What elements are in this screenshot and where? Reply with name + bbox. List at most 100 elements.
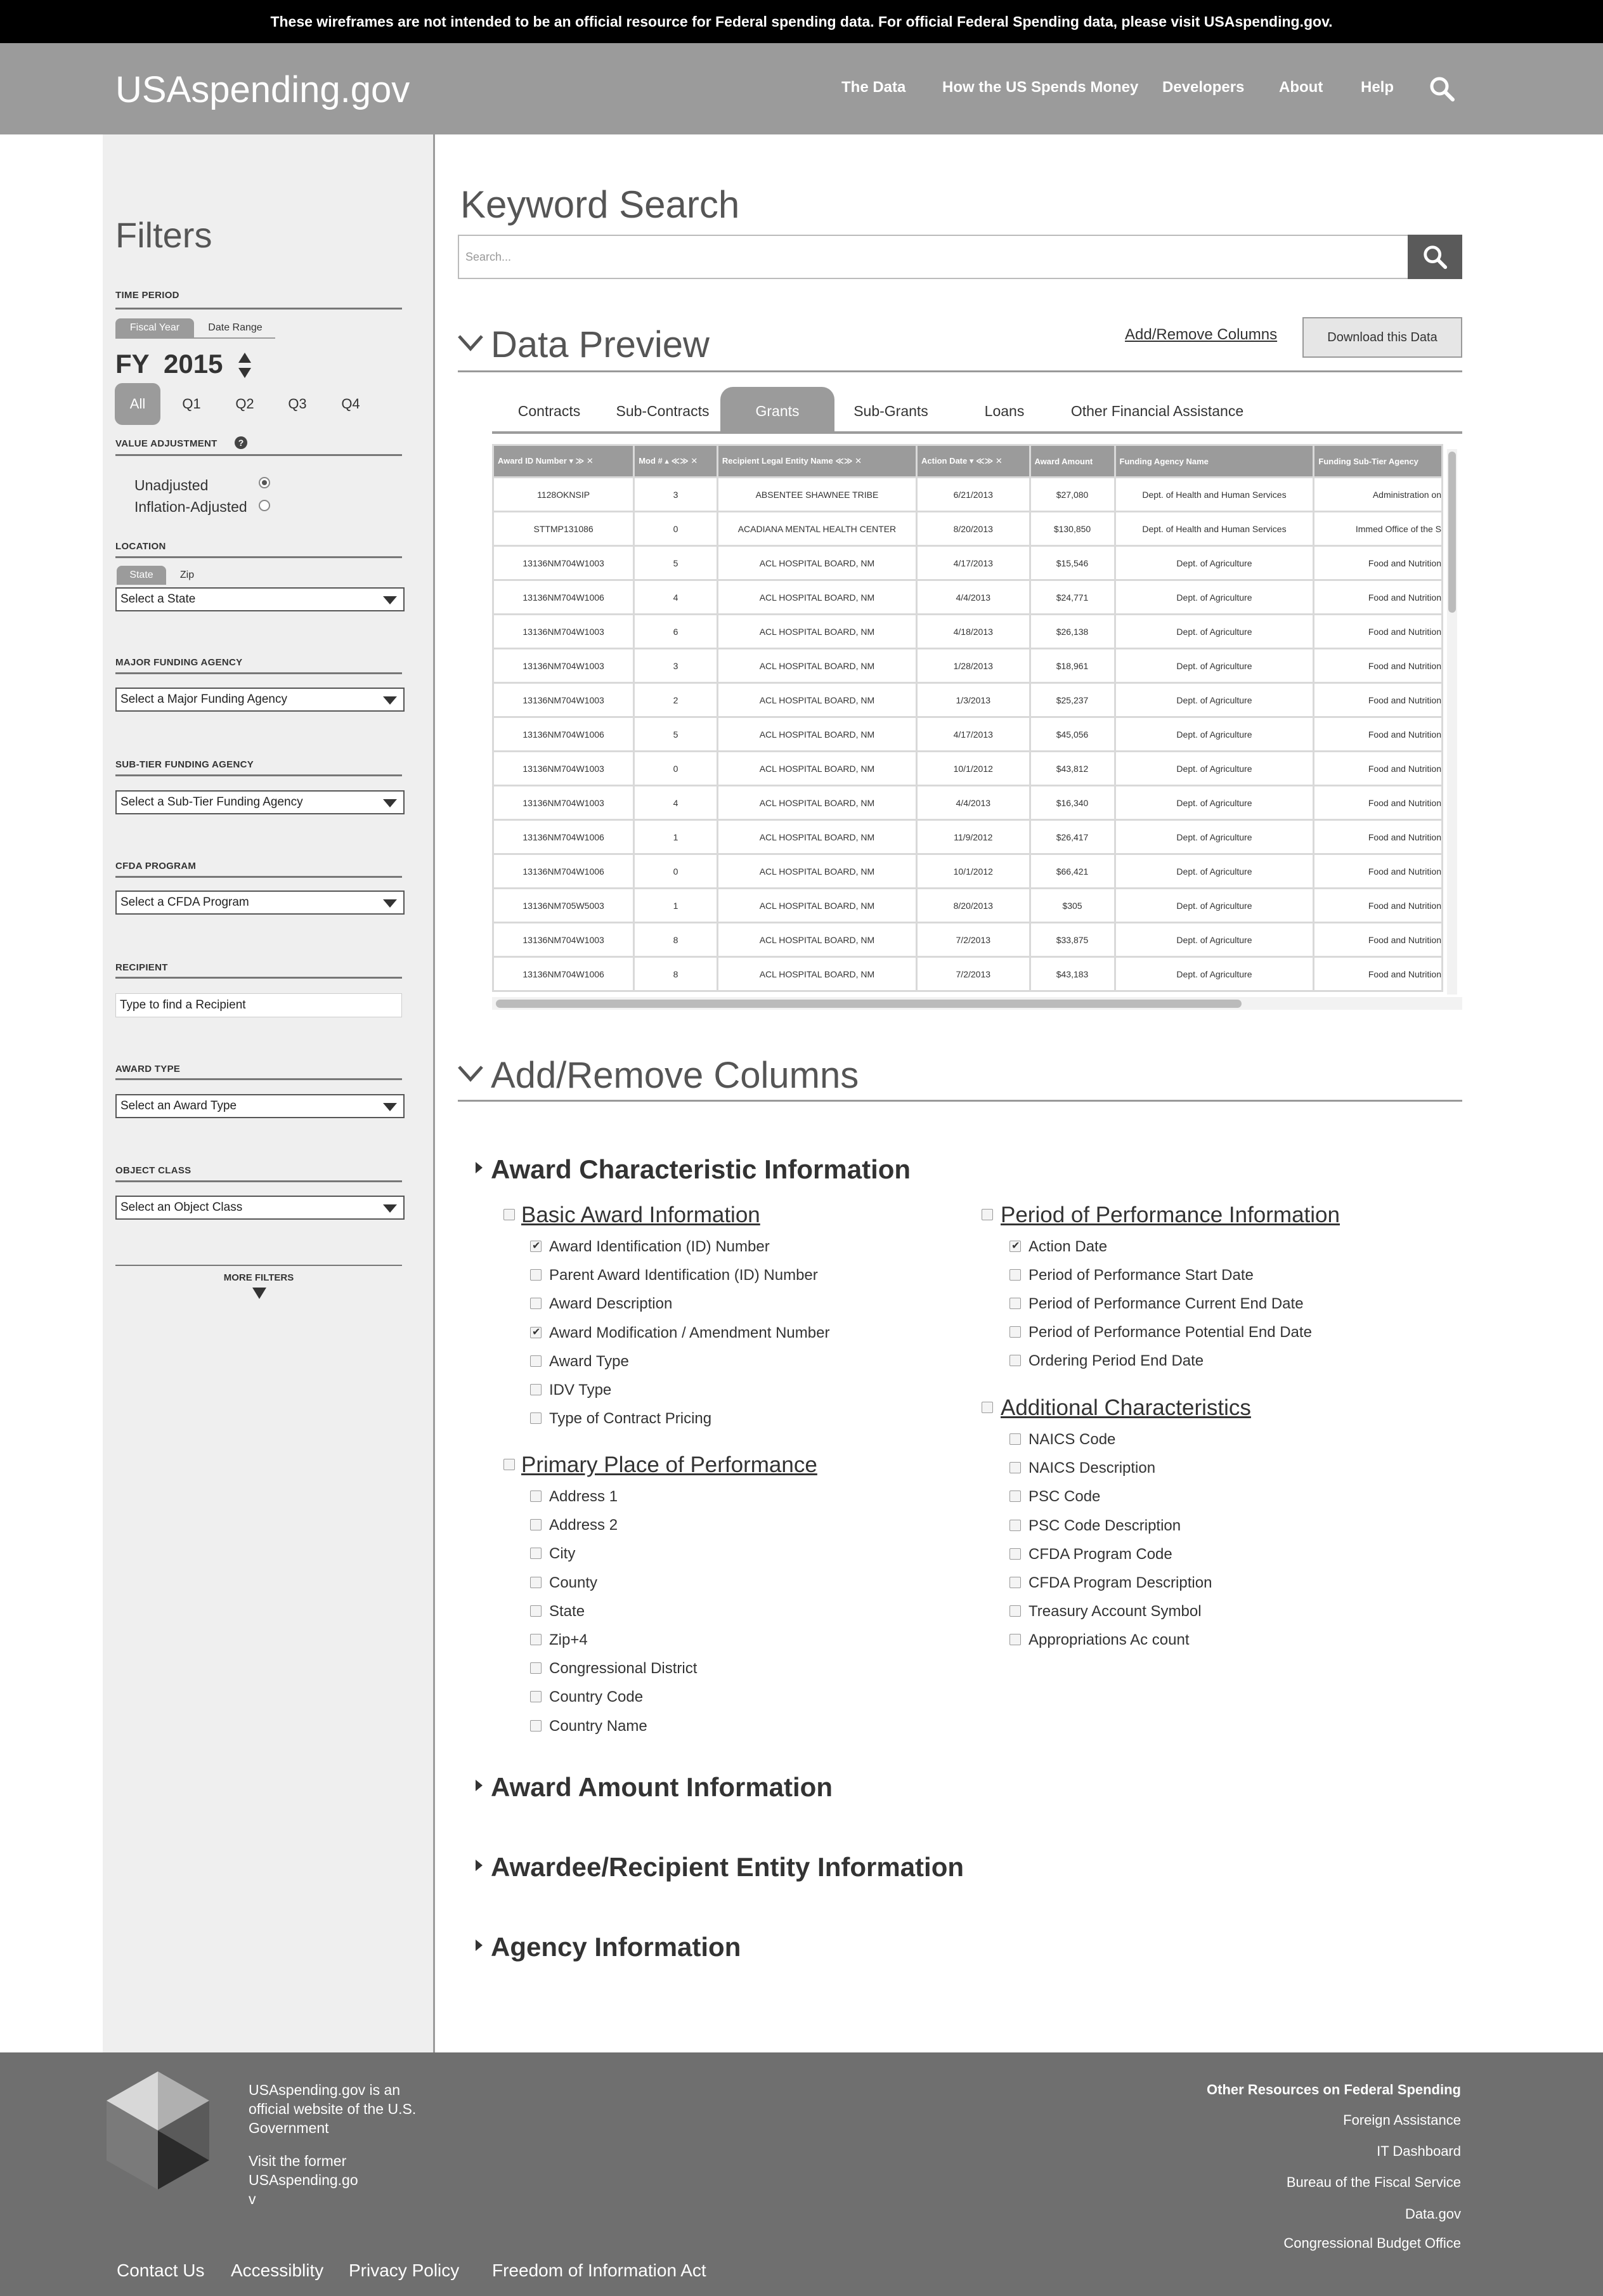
column-checkbox[interactable] bbox=[1009, 1577, 1021, 1588]
download-data-button[interactable]: Download this Data bbox=[1302, 317, 1462, 358]
column-checkbox[interactable] bbox=[530, 1269, 542, 1281]
col-mod[interactable]: Mod # ▴ ≪≫ ✕ bbox=[635, 446, 717, 476]
column-checkbox[interactable] bbox=[530, 1576, 542, 1588]
tab-grants[interactable]: Grants bbox=[720, 387, 834, 433]
tab-loans[interactable]: Loans bbox=[955, 387, 1054, 433]
agency-title[interactable]: Agency Information bbox=[491, 1932, 741, 1962]
footer-privacy-policy[interactable]: Privacy Policy bbox=[349, 2260, 459, 2281]
primary-place-checkbox[interactable] bbox=[503, 1459, 515, 1470]
table-row[interactable]: 13136NM704W1003 5 ACL HOSPITAL BOARD, NM 4/… bbox=[494, 547, 1441, 579]
award-characteristic-title[interactable]: Award Characteristic Information bbox=[491, 1154, 911, 1185]
scroll-thumb[interactable] bbox=[496, 1000, 1242, 1008]
column-checkbox[interactable] bbox=[530, 1605, 542, 1617]
resource-foreign-assistance[interactable]: Foreign Assistance bbox=[1343, 2112, 1461, 2129]
col-recipient[interactable]: Recipient Legal Entity Name ≪≫ ✕ bbox=[718, 446, 916, 476]
column-checkbox[interactable] bbox=[1009, 1433, 1021, 1445]
col-award-id[interactable]: Award ID Number ▾ ≫ ✕ bbox=[494, 446, 633, 476]
caret-right-icon[interactable] bbox=[476, 1940, 483, 1951]
table-row[interactable]: 13136NM704W1003 2 ACL HOSPITAL BOARD, NM 1/… bbox=[494, 684, 1441, 716]
table-row[interactable]: 13136NM704W1003 4 ACL HOSPITAL BOARD, NM 4/… bbox=[494, 786, 1441, 819]
caret-right-icon[interactable] bbox=[476, 1780, 483, 1791]
resource-data-gov[interactable]: Data.gov bbox=[1405, 2206, 1461, 2222]
period-checkbox[interactable] bbox=[982, 1209, 993, 1220]
caret-right-icon[interactable] bbox=[476, 1860, 483, 1871]
period-title[interactable]: Period of Performance Information bbox=[1001, 1203, 1340, 1228]
table-row[interactable]: 13136NM704W1006 1 ACL HOSPITAL BOARD, NM 11… bbox=[494, 821, 1441, 853]
quarter-q3[interactable]: Q3 bbox=[275, 383, 320, 425]
recipient-input[interactable]: Type to find a Recipient bbox=[115, 993, 402, 1017]
tab-zip[interactable]: Zip bbox=[166, 566, 208, 585]
brand-logo[interactable]: USAspending.gov bbox=[115, 68, 410, 111]
column-checkbox[interactable] bbox=[1009, 1548, 1021, 1560]
tab-contracts[interactable]: Contracts bbox=[501, 387, 597, 433]
col-action-date[interactable]: Action Date ▾ ≪≫ ✕ bbox=[918, 446, 1029, 476]
tab-sub-grants[interactable]: Sub-Grants bbox=[843, 387, 938, 433]
table-row[interactable]: 1128OKNSIP 3 ABSENTEE SHAWNEE TRIBE 6/21/20… bbox=[494, 478, 1441, 511]
add-remove-columns-link[interactable]: Add/Remove Columns bbox=[1125, 326, 1277, 344]
search-icon[interactable] bbox=[1428, 75, 1456, 103]
quarter-q1[interactable]: Q1 bbox=[169, 383, 214, 425]
inflation-adjusted-radio[interactable] bbox=[259, 500, 270, 511]
cfda-program-select[interactable]: Select a CFDA Program bbox=[115, 890, 405, 915]
search-button[interactable] bbox=[1408, 235, 1462, 279]
table-row[interactable]: 13136NM704W1003 3 ACL HOSPITAL BOARD, NM 1/… bbox=[494, 649, 1441, 682]
column-checkbox[interactable] bbox=[1009, 1298, 1021, 1309]
year-stepper-icon[interactable] bbox=[237, 351, 252, 379]
help-icon[interactable]: ? bbox=[235, 436, 247, 449]
tab-state[interactable]: State bbox=[117, 566, 166, 585]
column-checkbox[interactable] bbox=[1009, 1355, 1021, 1366]
tab-other-financial-assistance[interactable]: Other Financial Assistance bbox=[1065, 387, 1249, 433]
column-checkbox[interactable] bbox=[1009, 1326, 1021, 1338]
basic-award-checkbox[interactable] bbox=[503, 1209, 515, 1220]
chevron-down-icon[interactable] bbox=[457, 1060, 484, 1088]
column-checkbox[interactable] bbox=[530, 1519, 542, 1531]
table-row[interactable]: STTMP131086 0 ACADIANA MENTAL HEALTH CENTE… bbox=[494, 512, 1441, 545]
table-row[interactable]: 13136NM704W1003 0 ACL HOSPITAL BOARD, NM 10… bbox=[494, 752, 1441, 785]
column-checkbox[interactable] bbox=[530, 1490, 542, 1502]
quarter-q2[interactable]: Q2 bbox=[222, 383, 268, 425]
column-checkbox[interactable] bbox=[530, 1326, 542, 1338]
column-checkbox[interactable] bbox=[530, 1239, 542, 1252]
tab-sub-contracts[interactable]: Sub-Contracts bbox=[609, 387, 717, 433]
column-checkbox[interactable] bbox=[530, 1384, 542, 1395]
column-checkbox[interactable] bbox=[1009, 1634, 1021, 1646]
tab-date-range[interactable]: Date Range bbox=[197, 318, 274, 337]
nav-how-us-spends[interactable]: How the US Spends Money bbox=[942, 79, 1138, 96]
award-amount-title[interactable]: Award Amount Information bbox=[491, 1772, 833, 1803]
column-checkbox[interactable] bbox=[1009, 1462, 1021, 1474]
more-filters-button[interactable]: MORE FILTERS bbox=[115, 1272, 402, 1283]
nav-about[interactable]: About bbox=[1279, 79, 1323, 96]
table-row[interactable]: 13136NM704W1006 0 ACL HOSPITAL BOARD, NM 10… bbox=[494, 855, 1441, 887]
column-checkbox[interactable] bbox=[1009, 1490, 1021, 1503]
resource-cbo[interactable]: Congressional Budget Office bbox=[1283, 2235, 1461, 2252]
scroll-thumb[interactable] bbox=[1448, 452, 1456, 613]
col-funding-agency[interactable]: Funding Agency Name bbox=[1115, 446, 1313, 476]
footer-foia[interactable]: Freedom of Information Act bbox=[492, 2260, 706, 2281]
column-checkbox[interactable] bbox=[1009, 1605, 1021, 1617]
column-checkbox[interactable] bbox=[530, 1719, 542, 1732]
column-checkbox[interactable] bbox=[530, 1634, 542, 1645]
footer-accessibility[interactable]: Accessiblity bbox=[231, 2260, 323, 2281]
column-checkbox[interactable] bbox=[530, 1548, 542, 1560]
basic-award-title[interactable]: Basic Award Information bbox=[521, 1203, 760, 1228]
tab-fiscal-year[interactable]: Fiscal Year bbox=[115, 318, 194, 337]
primary-place-title[interactable]: Primary Place of Performance bbox=[521, 1452, 817, 1478]
former-site-link[interactable]: Visit the former USAspending.go v bbox=[249, 2151, 358, 2208]
table-row[interactable]: 13136NM704W1003 8 ACL HOSPITAL BOARD, NM 7/… bbox=[494, 923, 1441, 956]
caret-right-icon[interactable] bbox=[476, 1162, 483, 1173]
col-award-amount[interactable]: Award Amount bbox=[1030, 446, 1114, 476]
table-row[interactable]: 13136NM704W1003 6 ACL HOSPITAL BOARD, NM 4/… bbox=[494, 615, 1441, 648]
state-select[interactable]: Select a State bbox=[115, 587, 405, 611]
keyword-search-input[interactable]: Search... bbox=[458, 235, 1409, 279]
column-checkbox[interactable] bbox=[530, 1662, 542, 1674]
quarter-q4[interactable]: Q4 bbox=[328, 383, 373, 425]
table-row[interactable]: 13136NM704W1006 8 ACL HOSPITAL BOARD, NM 7/… bbox=[494, 958, 1441, 990]
object-class-select[interactable]: Select an Object Class bbox=[115, 1196, 405, 1220]
footer-contact-us[interactable]: Contact Us bbox=[117, 2260, 205, 2281]
horizontal-scrollbar[interactable] bbox=[492, 997, 1462, 1010]
chevron-down-icon[interactable] bbox=[457, 330, 484, 358]
nav-developers[interactable]: Developers bbox=[1162, 79, 1244, 96]
resource-it-dashboard[interactable]: IT Dashboard bbox=[1377, 2143, 1461, 2160]
unadjusted-radio[interactable] bbox=[259, 477, 270, 488]
nav-the-data[interactable]: The Data bbox=[841, 79, 905, 96]
